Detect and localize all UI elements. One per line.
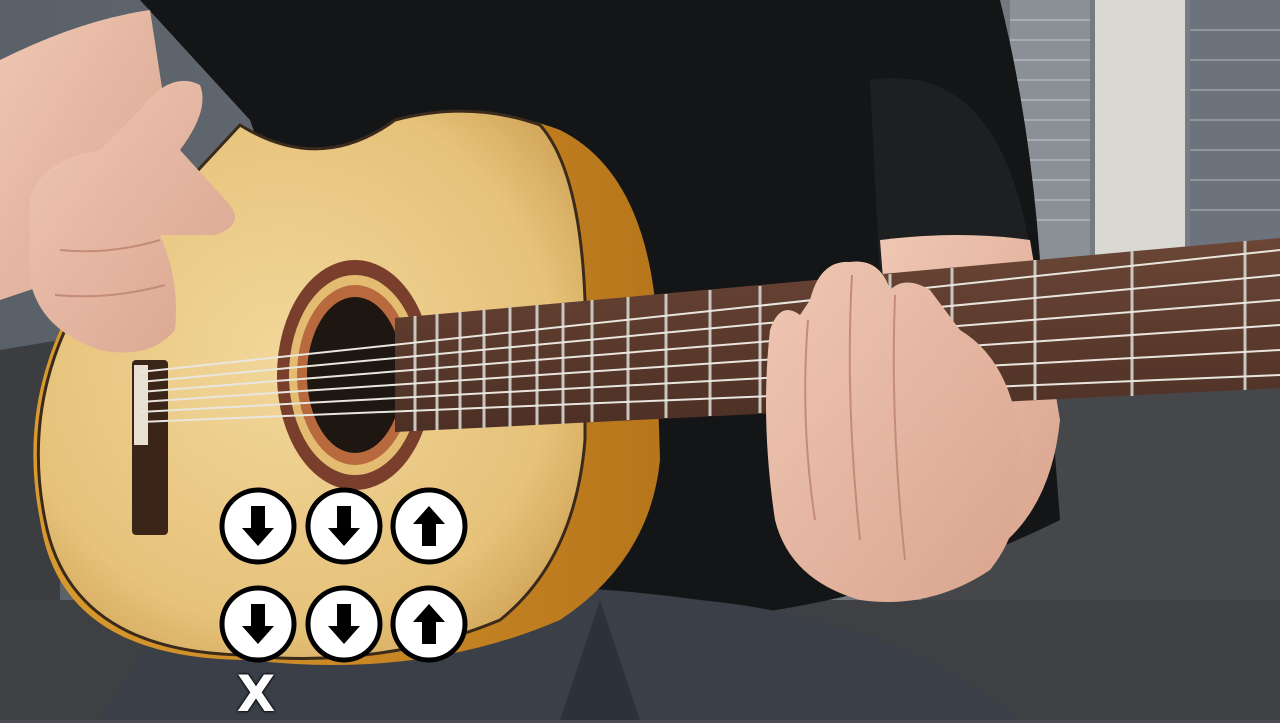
photo-scene [0, 0, 1280, 720]
